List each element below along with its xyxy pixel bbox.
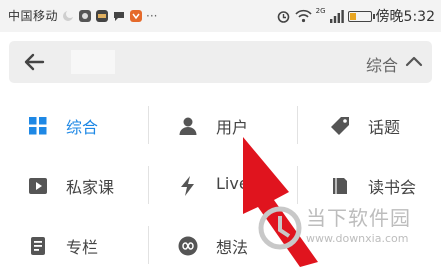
watermark-url: www.downxia.com <box>306 232 409 245</box>
battery-level-fill <box>349 12 356 20</box>
watermark-title: 当下软件园 <box>306 206 411 230</box>
more-notifications-indicator: ··· <box>146 8 158 23</box>
carrier-label: 中国移动 <box>8 9 59 23</box>
divider <box>148 166 149 204</box>
app-notification-icon <box>79 9 92 22</box>
divider <box>148 226 149 264</box>
category-topics[interactable]: 话题 <box>302 98 441 153</box>
category-comprehensive[interactable]: 综合 <box>0 98 148 153</box>
battery-icon <box>347 10 375 22</box>
status-bar: 中国移动 ··· 2G 傍晚5:32 <box>0 0 441 32</box>
clock-time: 傍晚5:32 <box>375 9 435 25</box>
divider <box>297 106 298 144</box>
category-label: 读书会 <box>368 178 417 197</box>
watermark-logo-icon <box>258 206 302 250</box>
grid-icon <box>29 117 47 135</box>
user-icon <box>179 117 197 135</box>
category-label: 私家课 <box>66 178 115 197</box>
book-icon <box>333 178 347 194</box>
tag-icon <box>331 117 349 135</box>
category-users[interactable]: 用户 <box>150 98 298 153</box>
infinity-icon <box>178 236 198 256</box>
category-label: Live <box>216 174 249 193</box>
wifi-icon <box>295 9 312 23</box>
app-notification-icon-2 <box>96 9 109 22</box>
category-label: 想法 <box>216 238 249 257</box>
alarm-icon <box>277 10 289 23</box>
video-icon <box>29 178 47 194</box>
lightning-icon <box>181 176 194 196</box>
chevron-up-icon[interactable] <box>404 53 424 69</box>
search-query-box[interactable] <box>71 50 115 74</box>
category-label: 话题 <box>368 118 401 137</box>
filter-dropdown-label[interactable]: 综合 <box>366 52 398 76</box>
watermark: 当下软件园 www.downxia.com <box>256 202 441 262</box>
category-column[interactable]: 专栏 <box>0 218 148 273</box>
network-type-badge: 2G <box>315 7 326 15</box>
search-bar: 综合 <box>9 41 432 83</box>
category-label: 用户 <box>216 118 249 137</box>
divider <box>297 166 298 204</box>
moon-icon <box>63 9 75 21</box>
message-bubble-icon <box>114 11 125 21</box>
category-label: 专栏 <box>66 238 99 257</box>
divider <box>148 106 149 144</box>
signal-icon <box>329 9 344 23</box>
category-label: 综合 <box>66 118 99 137</box>
column-icon <box>31 237 45 255</box>
status-right: 2G 傍晚5:32 <box>276 6 435 26</box>
fox-app-icon <box>130 9 143 22</box>
status-left: 中国移动 ··· <box>8 7 157 24</box>
category-private-course[interactable]: 私家课 <box>0 158 148 213</box>
back-arrow-icon[interactable] <box>19 47 49 77</box>
